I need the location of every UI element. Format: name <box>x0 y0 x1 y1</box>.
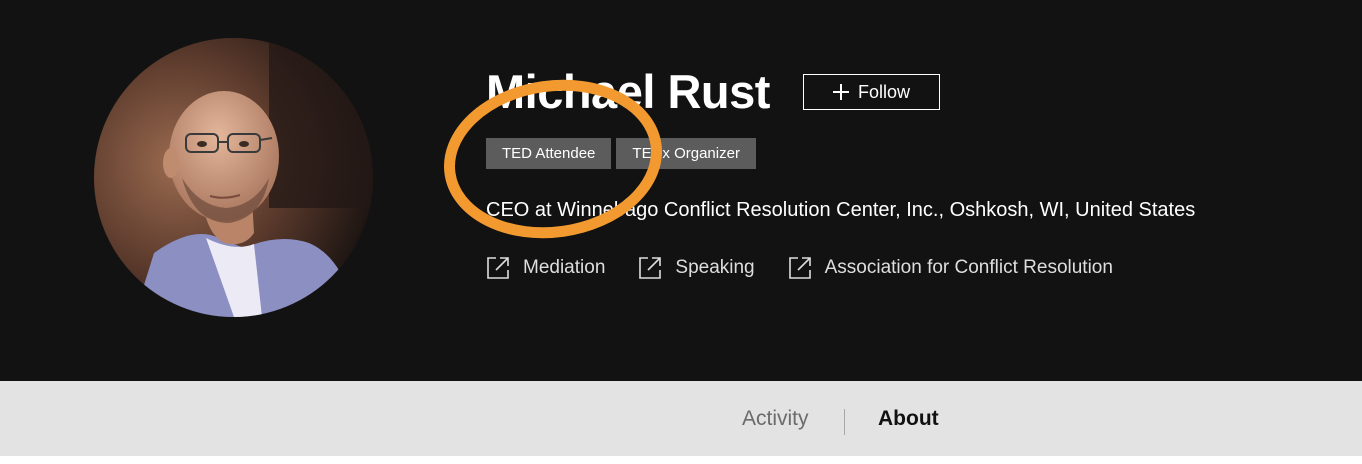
profile-header: Michael Rust Follow TED Attendee TEDx Or… <box>0 0 1362 381</box>
link-label: Speaking <box>675 257 755 278</box>
external-link-icon <box>787 255 813 281</box>
profile-badges: TED Attendee TEDx Organizer <box>486 138 756 169</box>
link-association-for-conflict-resolution[interactable]: Association for Conflict Resolution <box>787 255 1113 281</box>
badge-ted-attendee: TED Attendee <box>486 138 612 169</box>
link-label: Association for Conflict Resolution <box>824 257 1113 278</box>
link-mediation[interactable]: Mediation <box>485 255 605 281</box>
profile-bio: CEO at Winnebago Conflict Resolution Cen… <box>486 199 1196 221</box>
profile-links: Mediation Speaking Association for Confl… <box>485 255 1145 281</box>
profile-name: Michael Rust <box>486 65 770 118</box>
follow-label: Follow <box>857 81 910 102</box>
link-speaking[interactable]: Speaking <box>637 255 755 281</box>
external-link-icon <box>485 255 511 281</box>
link-label: Mediation <box>523 257 606 278</box>
tab-about[interactable]: About <box>878 406 939 432</box>
tab-divider <box>844 409 845 435</box>
follow-button[interactable]: Follow <box>803 74 940 110</box>
profile-avatar <box>94 38 373 317</box>
profile-tabs: Activity About <box>0 381 1362 456</box>
tab-activity[interactable]: Activity <box>742 406 809 432</box>
external-link-icon <box>637 255 663 281</box>
badge-tedx-organizer: TEDx Organizer <box>616 138 756 169</box>
plus-icon <box>832 84 849 100</box>
